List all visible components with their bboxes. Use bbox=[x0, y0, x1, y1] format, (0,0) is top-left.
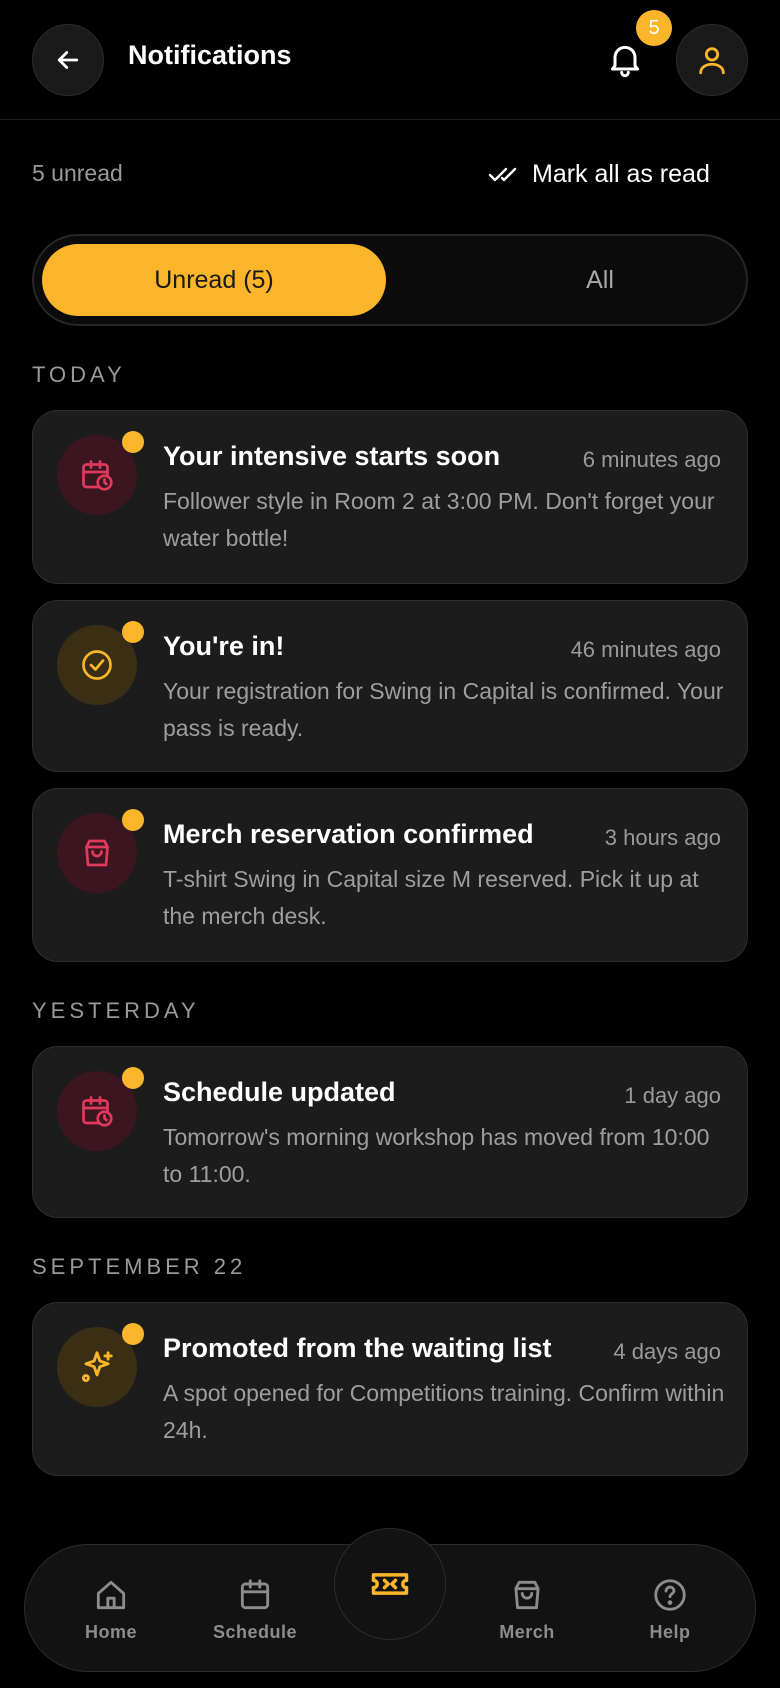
nav-label-schedule: Schedule bbox=[212, 1621, 298, 1642]
notification-time: 46 minutes ago bbox=[570, 637, 721, 662]
notification-time: 3 hours ago bbox=[604, 825, 721, 850]
ticket-nav-button[interactable] bbox=[334, 1528, 446, 1640]
nav-item-home[interactable]: Home bbox=[56, 1545, 166, 1673]
calendar-clock-icon bbox=[82, 1096, 113, 1127]
notification-body: Your registration for Swing in Capital i… bbox=[163, 678, 724, 741]
home-icon bbox=[96, 1580, 126, 1609]
notification-time: 1 day ago bbox=[624, 1083, 721, 1108]
tab-unread[interactable]: Unread (5) bbox=[42, 244, 386, 316]
notification-card[interactable]: Your intensive starts soon 6 minutes ago… bbox=[32, 410, 748, 584]
nav-label-help: Help bbox=[649, 1621, 691, 1642]
notification-count-badge: 5 bbox=[636, 10, 672, 46]
sparkles-icon bbox=[81, 1351, 113, 1383]
notification-body: A spot opened for Competitions training.… bbox=[163, 1380, 725, 1443]
notification-card[interactable]: Merch reservation confirmed 3 hours ago … bbox=[32, 788, 748, 962]
filter-tabs: Unread (5) All bbox=[32, 234, 748, 326]
unread-dot bbox=[122, 809, 144, 831]
notification-body: T-shirt Swing in Capital size M reserved… bbox=[163, 866, 699, 929]
notification-card[interactable]: Promoted from the waiting list 4 days ag… bbox=[32, 1302, 748, 1476]
notification-card[interactable]: Schedule updated 1 day ago Tomorrow's mo… bbox=[32, 1046, 748, 1218]
arrow-left-icon bbox=[57, 51, 79, 69]
notification-title: Merch reservation confirmed bbox=[163, 819, 534, 849]
calendar-clock-icon bbox=[82, 460, 113, 491]
page-title: Notifications bbox=[128, 40, 292, 70]
calendar-icon bbox=[240, 1578, 270, 1609]
mark-all-read-label: Mark all as read bbox=[532, 159, 710, 188]
bell-icon bbox=[611, 45, 639, 78]
notifications-screen: Notifications 5 5 unread Mark all as rea… bbox=[0, 0, 780, 1688]
notification-title: Schedule updated bbox=[163, 1077, 396, 1107]
mark-all-read-button[interactable]: Mark all as read bbox=[488, 156, 710, 192]
back-button[interactable] bbox=[32, 24, 104, 96]
notification-time: 6 minutes ago bbox=[582, 447, 721, 472]
tab-all[interactable]: All bbox=[428, 244, 772, 316]
shopping-bag-icon bbox=[514, 1580, 540, 1609]
help-circle-icon bbox=[654, 1578, 686, 1611]
notification-title: Your intensive starts soon bbox=[163, 441, 501, 471]
shopping-bag-icon bbox=[85, 839, 109, 867]
notification-body: Follower style in Room 2 at 3:00 PM. Don… bbox=[163, 488, 715, 551]
section-heading-yesterday: YESTERDAY bbox=[32, 998, 200, 1023]
app-header: Notifications 5 bbox=[0, 0, 780, 120]
section-heading-september-22: SEPTEMBER 22 bbox=[32, 1254, 247, 1279]
unread-count-text: 5 unread bbox=[32, 160, 123, 186]
nav-item-merch[interactable]: Merch bbox=[472, 1545, 582, 1673]
nav-label-home: Home bbox=[84, 1621, 137, 1642]
nav-item-help[interactable]: Help bbox=[615, 1545, 725, 1673]
notification-title: Promoted from the waiting list bbox=[163, 1333, 552, 1363]
nav-label-merch: Merch bbox=[499, 1621, 555, 1642]
notification-card[interactable]: You're in! 46 minutes ago Your registrat… bbox=[32, 600, 748, 772]
nav-item-schedule[interactable]: Schedule bbox=[200, 1545, 310, 1673]
section-heading-today: TODAY bbox=[32, 362, 126, 387]
notification-title: You're in! bbox=[163, 631, 285, 661]
notification-time: 4 days ago bbox=[613, 1339, 721, 1364]
unread-dot bbox=[122, 1323, 144, 1345]
unread-dot bbox=[122, 621, 144, 643]
notification-body: Tomorrow's morning workshop has moved fr… bbox=[163, 1124, 710, 1187]
double-check-icon bbox=[488, 167, 517, 182]
profile-button[interactable] bbox=[676, 24, 748, 96]
check-circle-icon bbox=[82, 650, 112, 680]
unread-dot bbox=[122, 431, 144, 453]
user-icon bbox=[699, 47, 725, 75]
ticket-icon bbox=[371, 1573, 409, 1595]
unread-dot bbox=[122, 1067, 144, 1089]
